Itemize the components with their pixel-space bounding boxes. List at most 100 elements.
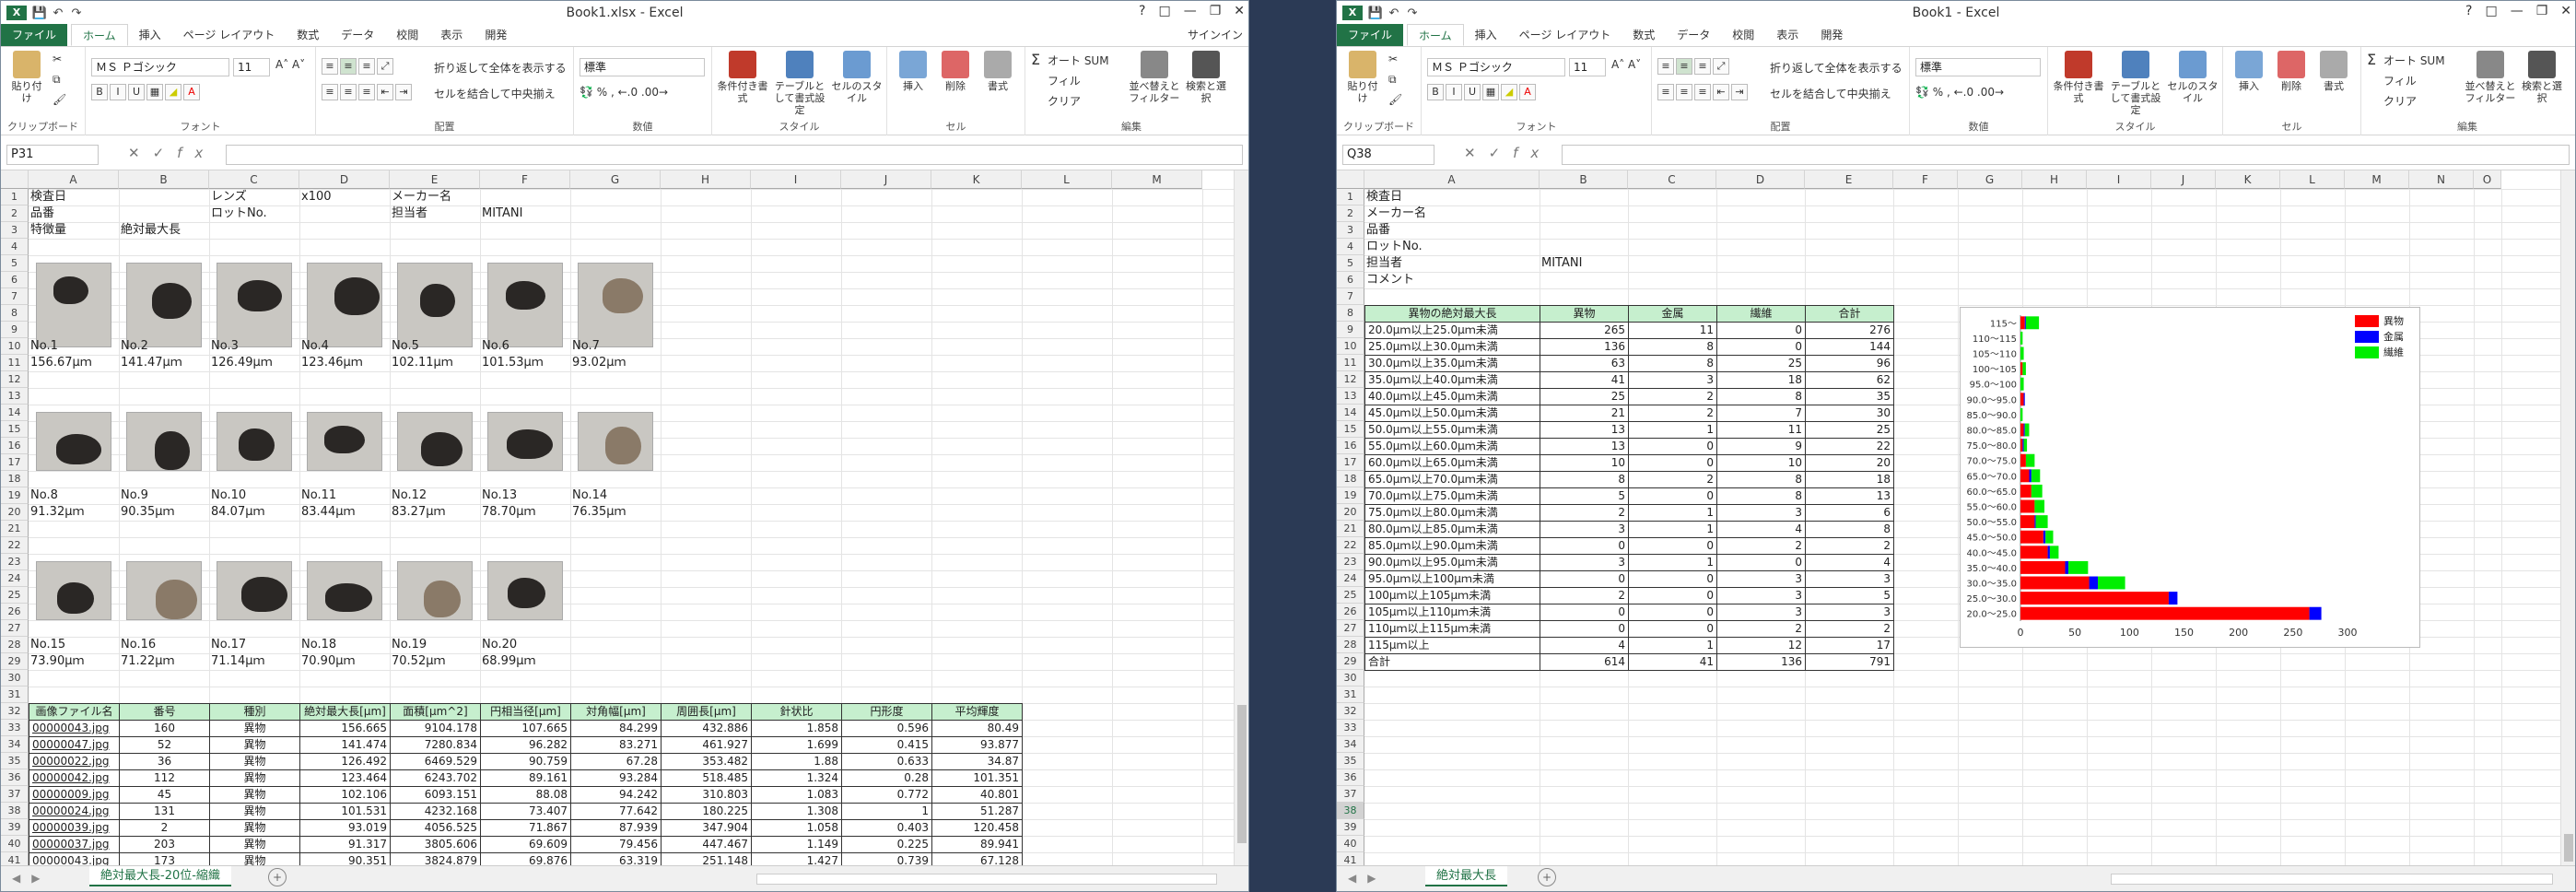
row-header-10[interactable]: 10	[1, 338, 29, 355]
row-header-16[interactable]: 16	[1, 438, 29, 454]
tab-page-layout[interactable]: ページ レイアウト	[172, 24, 287, 46]
column-header-E[interactable]: E	[1805, 170, 1893, 189]
italic-button[interactable]: I	[1446, 84, 1462, 100]
tab-home[interactable]: ホーム	[71, 24, 128, 46]
row-header-18[interactable]: 18	[1337, 471, 1364, 487]
fill-button[interactable]: フィル	[1048, 73, 1081, 88]
row-header-14[interactable]: 14	[1, 405, 29, 421]
find-select-button[interactable]: 検索と選択	[1182, 51, 1230, 104]
row-header-39[interactable]: 39	[1, 819, 29, 836]
row-header-25[interactable]: 25	[1337, 587, 1364, 604]
row-header-29[interactable]: 29	[1, 653, 29, 670]
row-header-31[interactable]: 31	[1, 687, 29, 703]
conditional-format-button[interactable]: 条件付き書式	[2052, 51, 2105, 104]
save-icon[interactable]: 💾	[30, 6, 49, 20]
halign-icon-0[interactable]: ≡	[1657, 84, 1674, 100]
font-name-select[interactable]: ＭＳ Ｐゴシック	[91, 58, 229, 76]
bold-button[interactable]: B	[91, 84, 108, 100]
number-format-buttons[interactable]: 💱 % , ←.0 .00→	[580, 86, 668, 99]
column-header-A[interactable]: A	[29, 170, 119, 189]
formula-input[interactable]	[226, 145, 1243, 165]
column-header-F[interactable]: F	[1893, 170, 1958, 189]
merge-center-button[interactable]: セルを結合して中央揃え	[434, 86, 556, 101]
align-icon-1[interactable]: ≡	[340, 58, 357, 75]
autosum-button[interactable]: オート SUM	[1048, 53, 1109, 68]
row-header-9[interactable]: 9	[1, 322, 29, 338]
row-header-30[interactable]: 30	[1337, 670, 1364, 687]
cut-icon[interactable]: ✂	[53, 53, 62, 65]
column-header-J[interactable]: J	[841, 170, 931, 189]
halign-icon-1[interactable]: ≡	[340, 84, 357, 100]
column-header-M[interactable]: M	[2345, 170, 2409, 189]
column-header-K[interactable]: K	[2216, 170, 2280, 189]
tab-developer[interactable]: 開発	[1809, 24, 1854, 46]
column-header-J[interactable]: J	[2151, 170, 2216, 189]
row-header-27[interactable]: 27	[1337, 620, 1364, 637]
row-header-27[interactable]: 27	[1, 620, 29, 637]
tab-insert[interactable]: 挿入	[1464, 24, 1508, 46]
column-header-B[interactable]: B	[1540, 170, 1628, 189]
cut-icon[interactable]: ✂	[1388, 53, 1398, 65]
row-header-35[interactable]: 35	[1337, 753, 1364, 769]
autosum-button[interactable]: オート SUM	[2383, 53, 2445, 68]
tab-view[interactable]: 表示	[429, 24, 474, 46]
row-header-25[interactable]: 25	[1, 587, 29, 604]
vertical-scrollbar[interactable]	[2560, 170, 2575, 867]
row-header-2[interactable]: 2	[1, 205, 29, 222]
align-icon-3[interactable]: ⤢	[1713, 58, 1729, 75]
row-header-26[interactable]: 26	[1, 604, 29, 620]
row-header-22[interactable]: 22	[1337, 537, 1364, 554]
horizontal-scrollbar[interactable]	[756, 874, 1217, 885]
tab-view[interactable]: 表示	[1765, 24, 1809, 46]
save-icon[interactable]: 💾	[1366, 6, 1385, 20]
select-all-corner[interactable]	[1, 170, 29, 189]
column-header-H[interactable]: H	[661, 170, 751, 189]
column-header-K[interactable]: K	[931, 170, 1022, 189]
row-header-35[interactable]: 35	[1, 753, 29, 769]
sheet-tab-active[interactable]: 絶対最大長-20位-縮織	[89, 866, 231, 886]
column-header-O[interactable]: O	[2474, 170, 2501, 189]
row-header-2[interactable]: 2	[1337, 205, 1364, 222]
row-header-1[interactable]: 1	[1, 189, 29, 205]
scrollbar-thumb[interactable]	[1237, 705, 1247, 843]
help-icon[interactable]: ?	[2465, 4, 2472, 18]
insert-button[interactable]: 挿入	[893, 51, 933, 92]
grow-font-icon[interactable]: A˄ A˅	[275, 58, 305, 71]
add-sheet-icon[interactable]: +	[268, 868, 287, 886]
underline-button[interactable]: U	[1464, 84, 1481, 100]
border-button[interactable]: ▦	[1482, 84, 1499, 100]
row-header-40[interactable]: 40	[1337, 836, 1364, 852]
signin-link[interactable]: サインイン	[1188, 24, 1248, 46]
halign-icon-1[interactable]: ≡	[1676, 84, 1692, 100]
delete-button[interactable]: 削除	[935, 51, 976, 92]
row-header-28[interactable]: 28	[1, 637, 29, 653]
row-header-3[interactable]: 3	[1337, 222, 1364, 239]
close-icon[interactable]: ✕	[1234, 4, 1245, 18]
row-header-22[interactable]: 22	[1, 537, 29, 554]
row-header-34[interactable]: 34	[1, 736, 29, 753]
name-box[interactable]: Q38	[1342, 145, 1434, 165]
format-painter-icon[interactable]: 🖌	[1388, 93, 1402, 106]
close-icon[interactable]: ✕	[2560, 4, 2571, 18]
font-color-button[interactable]: A	[1519, 84, 1536, 100]
row-header-7[interactable]: 7	[1337, 288, 1364, 305]
tab-review[interactable]: 校閲	[1721, 24, 1765, 46]
horizontal-scrollbar[interactable]	[2111, 874, 2553, 885]
row-header-20[interactable]: 20	[1, 504, 29, 521]
row-header-9[interactable]: 9	[1337, 322, 1364, 338]
row-header-33[interactable]: 33	[1, 720, 29, 736]
cell-styles-button[interactable]: セルのスタイル	[830, 51, 884, 104]
row-header-19[interactable]: 19	[1, 487, 29, 504]
format-as-table-button[interactable]: テーブルとして書式設定	[773, 51, 826, 116]
align-icon-2[interactable]: ≡	[358, 58, 375, 75]
undo-icon[interactable]: ↶	[49, 6, 67, 20]
row-header-17[interactable]: 17	[1337, 454, 1364, 471]
align-icon-2[interactable]: ≡	[1694, 58, 1711, 75]
redo-icon[interactable]: ↷	[67, 6, 86, 20]
column-header-H[interactable]: H	[2022, 170, 2087, 189]
format-button[interactable]: 書式	[978, 51, 1018, 92]
clear-button[interactable]: クリア	[1048, 93, 1081, 109]
row-header-16[interactable]: 16	[1337, 438, 1364, 454]
row-header-39[interactable]: 39	[1337, 819, 1364, 836]
ribbon-display-icon[interactable]: □	[2485, 4, 2497, 18]
